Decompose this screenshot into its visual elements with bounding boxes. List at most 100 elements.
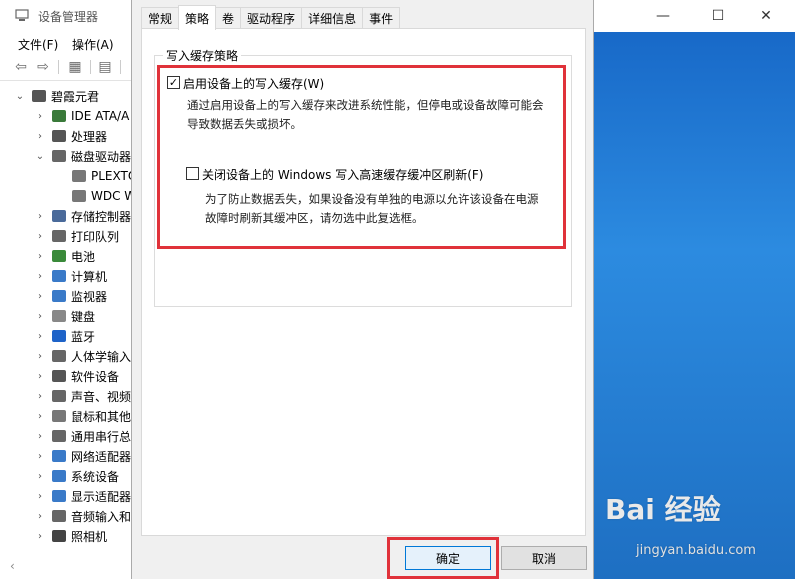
device-category-icon: [52, 450, 66, 462]
expand-arrow-icon[interactable]: ›: [34, 251, 46, 262]
expand-arrow-icon[interactable]: ›: [34, 331, 46, 342]
maximize-button[interactable]: ☐: [695, 0, 741, 32]
tree-item-label: 人体学输入: [71, 349, 132, 364]
tree-item[interactable]: › 声音、视频: [34, 386, 131, 406]
device-category-icon: [52, 110, 66, 122]
device-manager-icon: [15, 9, 29, 21]
tree-item[interactable]: › 通用串行总: [34, 426, 131, 446]
tree-item[interactable]: › 鼠标和其他: [34, 406, 131, 426]
expand-arrow-icon[interactable]: ›: [34, 311, 46, 322]
tree-item[interactable]: PLEXTO: [72, 166, 132, 186]
cancel-button[interactable]: 取消: [501, 546, 587, 570]
expand-arrow-icon[interactable]: ›: [34, 351, 46, 362]
tree-item[interactable]: › 电池: [34, 246, 95, 266]
enable-write-cache-label[interactable]: 启用设备上的写入缓存(W): [183, 75, 324, 92]
tree-item[interactable]: › 显示适配器: [34, 486, 131, 506]
description-line: 故障时刷新其缓冲区，请勿选中此复选框。: [205, 211, 424, 225]
tree-item[interactable]: › IDE ATA/A: [34, 106, 129, 126]
expand-arrow-icon[interactable]: ›: [34, 411, 46, 422]
expand-arrow-icon[interactable]: ›: [34, 271, 46, 282]
device-category-icon: [52, 150, 66, 162]
collapse-arrow-icon[interactable]: ⌄: [14, 91, 26, 102]
tree-item-label: 通用串行总: [71, 429, 132, 444]
tree-item[interactable]: › 键盘: [34, 306, 95, 326]
tree-item[interactable]: › 存储控制器: [34, 206, 131, 226]
device-category-icon: [52, 210, 66, 222]
tree-item-label: 显示适配器: [71, 489, 132, 504]
device-category-icon: [52, 350, 66, 362]
tree-item-label: 照相机: [71, 529, 108, 544]
expand-arrow-icon[interactable]: ›: [34, 111, 46, 122]
enable-write-cache-checkbox[interactable]: ✓: [167, 76, 180, 89]
back-arrow-icon[interactable]: ⇦: [12, 58, 30, 76]
tree-item-label: WDC W: [91, 189, 132, 203]
tree-item-label: 键盘: [71, 309, 96, 324]
minimize-button[interactable]: —: [640, 0, 686, 32]
tree-item[interactable]: › 计算机: [34, 266, 107, 286]
tree-item-label: 网络适配器: [71, 449, 132, 464]
tree-item-label: 软件设备: [71, 369, 120, 384]
expand-arrow-icon[interactable]: ›: [34, 471, 46, 482]
expand-arrow-icon[interactable]: ›: [34, 231, 46, 242]
description-line: 导致数据丢失或损坏。: [187, 117, 302, 131]
tree-item[interactable]: › 照相机: [34, 526, 107, 546]
tree-item[interactable]: ⌄ 磁盘驱动器: [34, 146, 131, 166]
expand-arrow-icon[interactable]: ›: [34, 291, 46, 302]
tab-strip: 常规 策略 卷 驱动程序 详细信息 事件: [141, 5, 401, 30]
expand-arrow-icon[interactable]: ›: [34, 371, 46, 382]
tab-volumes[interactable]: 卷: [215, 7, 242, 29]
help-icon[interactable]: ▤: [96, 58, 114, 76]
device-category-icon: [52, 370, 66, 382]
menu-action[interactable]: 操作(A): [72, 36, 114, 53]
device-category-icon: [52, 250, 66, 262]
menu-file[interactable]: 文件(F): [18, 36, 58, 53]
tree-item[interactable]: › 打印队列: [34, 226, 119, 246]
tree-root[interactable]: ⌄ 碧霞元君: [14, 86, 99, 106]
properties-icon[interactable]: ▦: [66, 58, 84, 76]
computer-icon: [32, 90, 46, 102]
tree-item[interactable]: › 监视器: [34, 286, 107, 306]
tree-item[interactable]: › 软件设备: [34, 366, 119, 386]
tab-events[interactable]: 事件: [362, 7, 401, 29]
tab-driver[interactable]: 驱动程序: [240, 7, 303, 29]
turn-off-flush-checkbox[interactable]: [186, 167, 199, 180]
expand-arrow-icon[interactable]: ›: [34, 511, 46, 522]
device-category-icon: [52, 270, 66, 282]
tree-root-label: 碧霞元君: [51, 89, 100, 104]
collapse-arrow-icon[interactable]: ⌄: [34, 151, 46, 162]
tree-item[interactable]: › 蓝牙: [34, 326, 95, 346]
tree-item[interactable]: › 人体学输入: [34, 346, 131, 366]
tab-policies[interactable]: 策略: [178, 5, 217, 30]
checkmark-icon: ✓: [168, 76, 179, 89]
expand-arrow-icon[interactable]: ›: [34, 131, 46, 142]
tree-item[interactable]: › 系统设备: [34, 466, 119, 486]
expand-arrow-icon[interactable]: ›: [34, 391, 46, 402]
expand-arrow-icon[interactable]: ›: [34, 211, 46, 222]
forward-arrow-icon[interactable]: ⇨: [34, 58, 52, 76]
ok-button[interactable]: 确定: [405, 546, 491, 570]
tree-item-label: 处理器: [71, 129, 108, 144]
horizontal-scrollbar[interactable]: ‹: [0, 554, 132, 579]
tree-item[interactable]: › 音频输入和: [34, 506, 131, 526]
tree-item[interactable]: WDC W: [72, 186, 132, 206]
tree-item-label: 磁盘驱动器: [71, 149, 132, 164]
device-category-icon: [52, 510, 66, 522]
close-button[interactable]: ✕: [743, 0, 789, 32]
description-line: 通过启用设备上的写入缓存来改进系统性能，但停电或设备故障可能会: [187, 98, 544, 112]
expand-arrow-icon[interactable]: ›: [34, 491, 46, 502]
tree-item[interactable]: › 网络适配器: [34, 446, 131, 466]
tree-item[interactable]: › 处理器: [34, 126, 107, 146]
turn-off-flush-label[interactable]: 关闭设备上的 Windows 写入高速缓存缓冲区刷新(F): [202, 166, 483, 183]
device-category-icon: [52, 230, 66, 242]
expand-arrow-icon[interactable]: ›: [34, 451, 46, 462]
watermark-url: jingyan.baidu.com: [636, 543, 756, 558]
tree-item-label: 声音、视频: [71, 389, 132, 404]
expand-arrow-icon[interactable]: ›: [34, 431, 46, 442]
tab-details[interactable]: 详细信息: [301, 7, 364, 29]
expand-arrow-icon[interactable]: ›: [34, 531, 46, 542]
enable-write-cache-description: 通过启用设备上的写入缓存来改进系统性能，但停电或设备故障可能会 导致数据丢失或损…: [187, 96, 544, 134]
scroll-left-icon[interactable]: ‹: [10, 559, 15, 573]
tab-general[interactable]: 常规: [141, 7, 180, 29]
device-category-icon: [72, 170, 86, 182]
tree-item-label: 系统设备: [71, 469, 120, 484]
